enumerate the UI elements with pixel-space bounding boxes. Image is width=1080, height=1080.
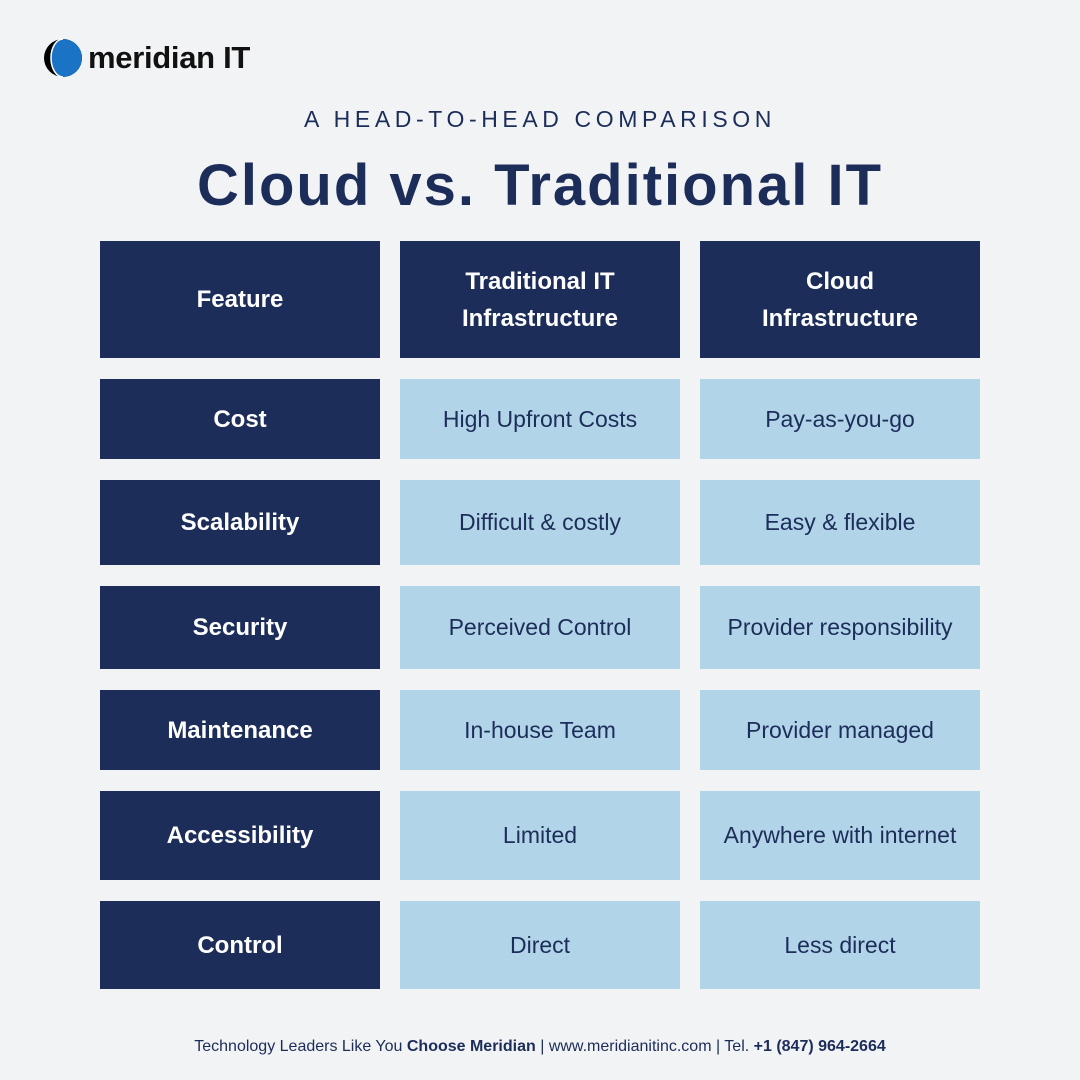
brand-logo: meridian IT: [43, 38, 250, 78]
traditional-cell: Limited: [400, 791, 680, 880]
page-title: Cloud vs. Traditional IT: [196, 153, 884, 218]
feature-cell: Security: [100, 586, 380, 669]
column-header-label-line: Cloud: [806, 267, 874, 295]
traditional-cell: Perceived Control: [400, 586, 680, 669]
cloud-cell: Anywhere with internet: [700, 791, 980, 880]
cloud-cell: Provider managed: [700, 690, 980, 770]
footer-tagline: Technology Leaders Like You: [194, 1038, 407, 1055]
traditional-cell: Difficult & costly: [400, 480, 680, 565]
column-header-label-line: Infrastructure: [461, 304, 619, 332]
feature-cell: Accessibility: [100, 791, 380, 880]
column-header-feature: Feature: [100, 241, 380, 358]
cloud-cell: Easy & flexible: [700, 480, 980, 565]
footer-separator: | Tel.: [711, 1038, 754, 1055]
traditional-cell: Direct: [400, 901, 680, 989]
cloud-cell: Pay-as-you-go: [700, 379, 980, 459]
column-header-traditional: Traditional IT Infrastructure: [400, 241, 680, 358]
column-header-label-line: Traditional IT: [465, 267, 615, 295]
cloud-cell: Less direct: [700, 901, 980, 989]
footer-website-link[interactable]: www.meridianitinc.com: [549, 1038, 712, 1055]
page-subtitle: A HEAD-TO-HEAD COMPARISON: [304, 106, 776, 132]
feature-cell: Control: [100, 901, 380, 989]
half-globe-icon: [43, 38, 83, 78]
footer-separator: |: [535, 1038, 549, 1055]
cloud-cell: Provider responsibility: [700, 586, 980, 669]
brand-name: meridian IT: [88, 40, 251, 75]
traditional-cell: In-house Team: [400, 690, 680, 770]
feature-cell: Scalability: [100, 480, 380, 565]
feature-cell: Maintenance: [100, 690, 380, 770]
footer-phone[interactable]: +1 (847) 964-2664: [754, 1038, 886, 1055]
column-header-label: Feature: [196, 286, 284, 313]
feature-cell: Cost: [100, 379, 380, 459]
column-header-cloud: Cloud Infrastructure: [700, 241, 980, 358]
footer: Technology Leaders Like You Choose Merid…: [0, 1038, 1080, 1056]
column-header-label-line: Infrastructure: [761, 304, 919, 332]
traditional-cell: High Upfront Costs: [400, 379, 680, 459]
footer-tagline-bold: Choose Meridian: [406, 1038, 536, 1055]
